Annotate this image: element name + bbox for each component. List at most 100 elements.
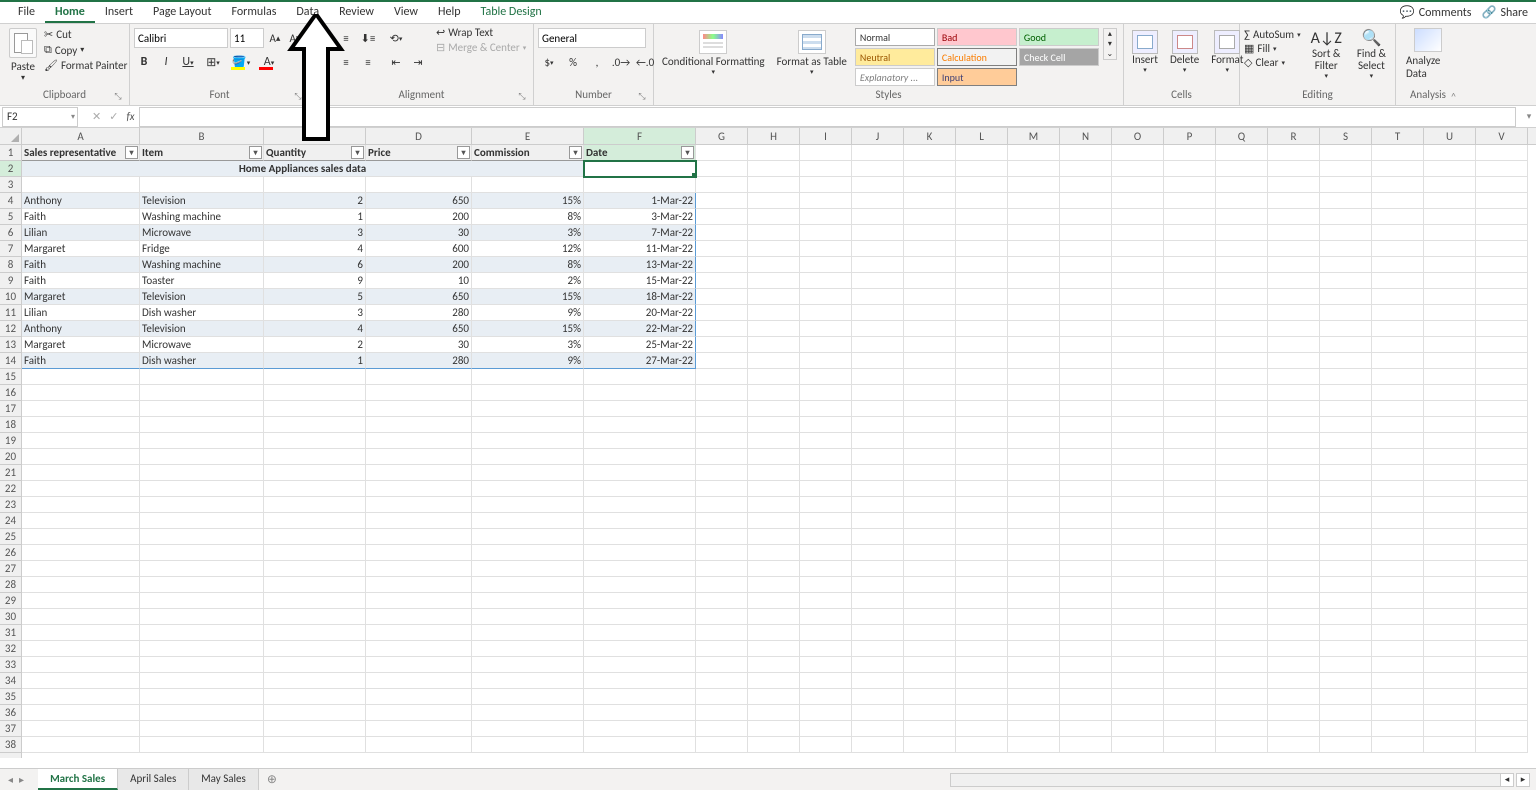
cell[interactable] <box>800 305 852 321</box>
cell[interactable] <box>1424 209 1476 225</box>
cell[interactable] <box>800 353 852 369</box>
cell[interactable] <box>748 305 800 321</box>
cell[interactable] <box>1216 689 1268 705</box>
cell[interactable] <box>1008 177 1060 193</box>
cell[interactable] <box>800 321 852 337</box>
cell[interactable] <box>22 177 140 193</box>
cell[interactable] <box>366 609 472 625</box>
column-header-K[interactable]: K <box>904 128 956 144</box>
cell[interactable] <box>1476 449 1528 465</box>
cell[interactable] <box>904 305 956 321</box>
cell[interactable] <box>1164 609 1216 625</box>
cell[interactable] <box>1008 145 1060 161</box>
cell[interactable] <box>366 513 472 529</box>
cell[interactable] <box>1060 497 1112 513</box>
cell[interactable] <box>1372 721 1424 737</box>
cell[interactable]: Faith <box>22 209 140 225</box>
style-check-cell[interactable]: Check Cell <box>1019 48 1099 66</box>
cell[interactable] <box>1320 145 1372 161</box>
formula-expand-button[interactable]: ▾ <box>1522 111 1536 122</box>
cell[interactable] <box>366 385 472 401</box>
cell[interactable] <box>1008 673 1060 689</box>
cell[interactable] <box>1268 289 1320 305</box>
cell[interactable] <box>366 593 472 609</box>
cell[interactable] <box>1372 673 1424 689</box>
cell[interactable] <box>1060 177 1112 193</box>
column-header-J[interactable]: J <box>852 128 904 144</box>
cell[interactable] <box>696 465 748 481</box>
cell[interactable] <box>1060 641 1112 657</box>
column-header-T[interactable]: T <box>1372 128 1424 144</box>
cell[interactable] <box>140 465 264 481</box>
cell[interactable] <box>1216 705 1268 721</box>
cell[interactable] <box>852 705 904 721</box>
cell[interactable] <box>1424 465 1476 481</box>
cell[interactable]: Margaret <box>22 337 140 353</box>
cell[interactable] <box>696 705 748 721</box>
sheet-tab-march-sales[interactable]: March Sales <box>38 769 118 790</box>
cell[interactable] <box>1112 529 1164 545</box>
cell[interactable] <box>1008 737 1060 753</box>
row-header-16[interactable]: 16 <box>0 385 21 401</box>
cell[interactable] <box>140 657 264 673</box>
cell[interactable] <box>22 545 140 561</box>
style-input[interactable]: Input <box>937 68 1017 86</box>
cell[interactable] <box>1320 561 1372 577</box>
cell[interactable] <box>852 593 904 609</box>
cell[interactable] <box>1372 241 1424 257</box>
cell[interactable] <box>696 481 748 497</box>
cell[interactable] <box>1112 177 1164 193</box>
cell[interactable]: 1 <box>264 209 366 225</box>
cell[interactable] <box>852 529 904 545</box>
align-right-button[interactable]: ≡ <box>358 52 378 72</box>
cell[interactable] <box>366 401 472 417</box>
cell[interactable] <box>956 657 1008 673</box>
row-header-20[interactable]: 20 <box>0 449 21 465</box>
cell[interactable] <box>1320 721 1372 737</box>
cell[interactable] <box>1216 289 1268 305</box>
cell[interactable] <box>1112 705 1164 721</box>
cell[interactable] <box>1112 641 1164 657</box>
cell[interactable] <box>1320 657 1372 673</box>
cell[interactable]: 8% <box>472 209 584 225</box>
cell[interactable] <box>264 641 366 657</box>
cell[interactable] <box>904 737 956 753</box>
cell[interactable] <box>748 593 800 609</box>
cell[interactable] <box>22 657 140 673</box>
cell[interactable] <box>852 497 904 513</box>
filter-dropdown[interactable]: ▾ <box>569 146 582 159</box>
cell[interactable] <box>264 593 366 609</box>
cell[interactable] <box>800 289 852 305</box>
cell[interactable] <box>956 193 1008 209</box>
cell[interactable] <box>1268 241 1320 257</box>
cell[interactable] <box>1060 721 1112 737</box>
cell[interactable] <box>852 625 904 641</box>
cell[interactable]: Sales representative▾ <box>22 145 140 161</box>
fill-button[interactable]: ▦ Fill ▾ <box>1244 42 1301 55</box>
underline-button[interactable]: U▾ <box>178 52 198 72</box>
cell[interactable] <box>1216 481 1268 497</box>
align-center-button[interactable]: ≡ <box>336 52 356 72</box>
cell[interactable] <box>1424 385 1476 401</box>
row-header-26[interactable]: 26 <box>0 545 21 561</box>
cell[interactable] <box>584 385 696 401</box>
cell[interactable] <box>1164 641 1216 657</box>
cell[interactable] <box>956 161 1008 177</box>
clear-button[interactable]: ◇ Clear ▾ <box>1244 56 1301 69</box>
cell[interactable] <box>140 689 264 705</box>
cell[interactable] <box>584 369 696 385</box>
enter-formula-button[interactable]: ✓ <box>109 110 118 123</box>
cell[interactable] <box>1216 545 1268 561</box>
cell[interactable] <box>1372 481 1424 497</box>
cell[interactable] <box>852 209 904 225</box>
cell[interactable] <box>366 177 472 193</box>
style-normal[interactable]: Normal <box>855 28 935 46</box>
cell[interactable] <box>472 529 584 545</box>
cell[interactable] <box>748 193 800 209</box>
cell[interactable] <box>1476 497 1528 513</box>
cell[interactable] <box>1424 577 1476 593</box>
cell[interactable] <box>1060 401 1112 417</box>
cell[interactable] <box>696 273 748 289</box>
cell[interactable]: 7-Mar-22 <box>584 225 696 241</box>
cell[interactable] <box>1216 321 1268 337</box>
